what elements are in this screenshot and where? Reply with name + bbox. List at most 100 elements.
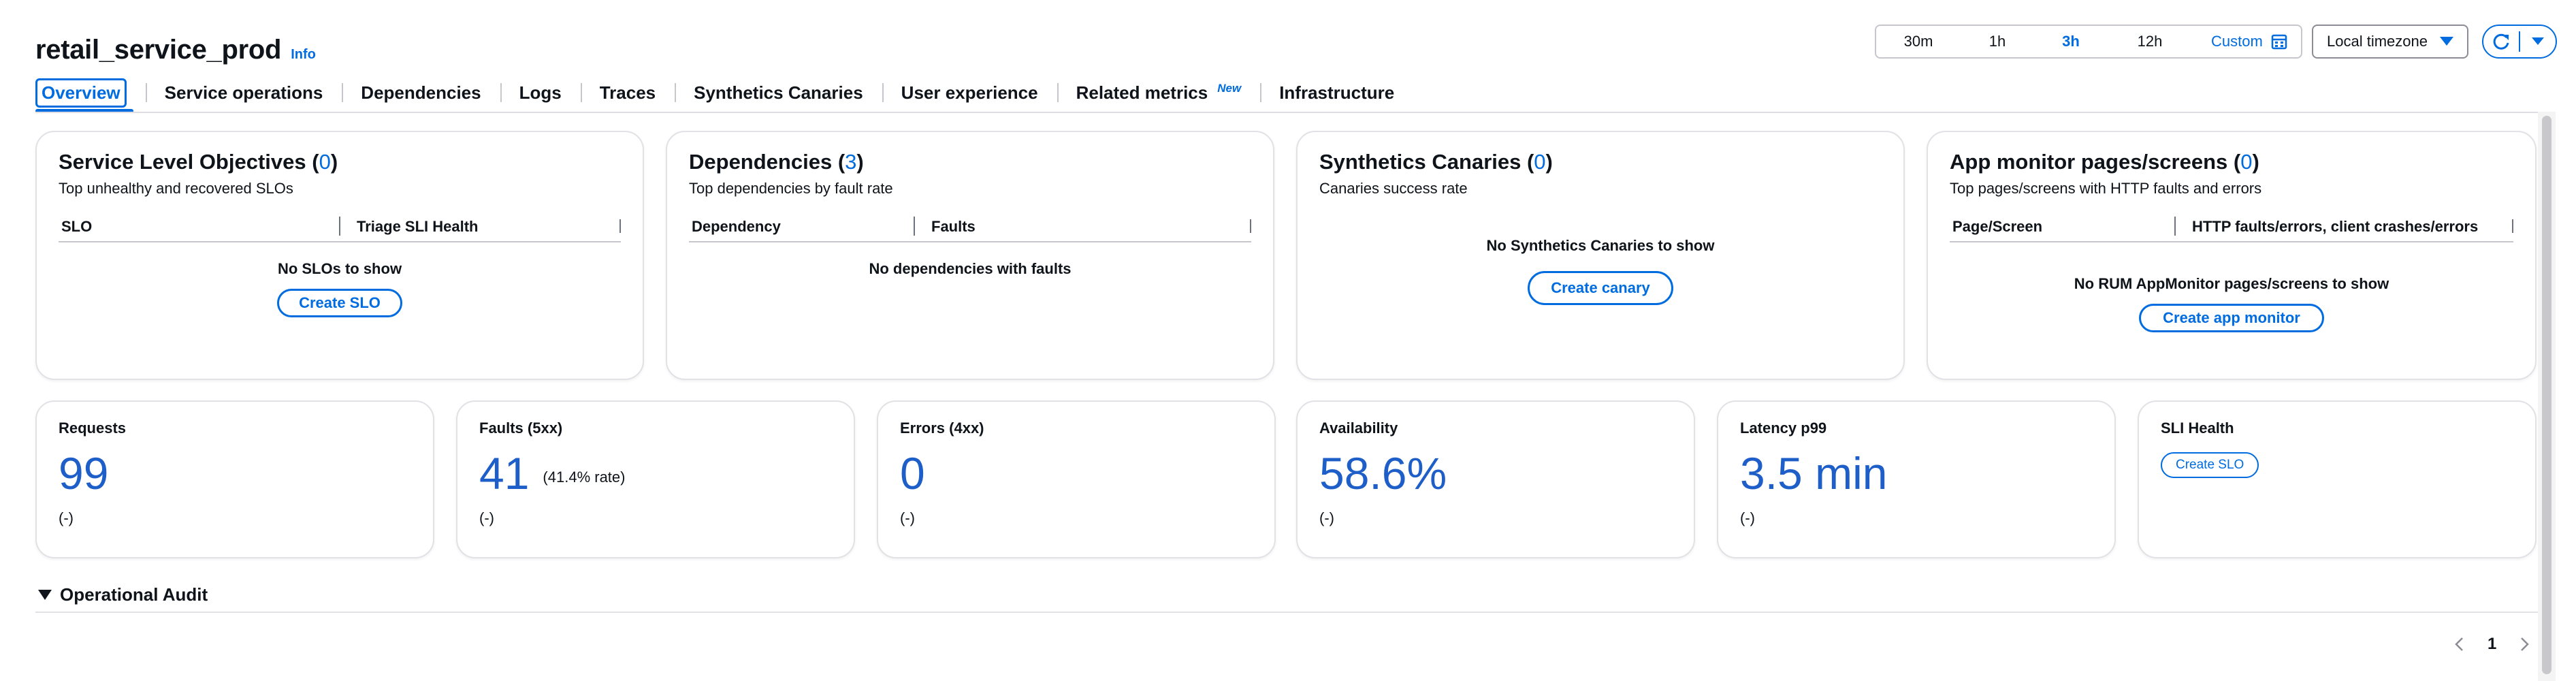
metric-label: Availability [1319, 419, 1398, 437]
tab-service-operations[interactable]: Service operations [145, 72, 342, 113]
info-link[interactable]: Info [291, 47, 316, 63]
metric-value: 58.6% [1319, 451, 1672, 496]
column-slo[interactable]: SLO [59, 218, 92, 236]
canaries-count[interactable]: 0 [1534, 150, 1545, 174]
table-header: SLO Triage SLI Health [59, 217, 621, 242]
time-range-3h[interactable]: 3h [2034, 26, 2108, 57]
column-resizer[interactable] [339, 217, 340, 236]
operational-audit-toggle[interactable]: Operational Audit [38, 584, 208, 605]
refresh-button-group [2482, 25, 2557, 59]
column-resizer[interactable] [619, 219, 621, 233]
scrollbar-thumb[interactable] [2542, 116, 2551, 674]
page-header: retail_service_prod Info [35, 27, 316, 65]
calendar-icon [2271, 34, 2287, 50]
tab-label: Related metrics [1076, 82, 1208, 103]
empty-state: No SLOs to show [277, 260, 402, 277]
time-range-selector: 30m 1h 3h 12h Custom [1875, 25, 2302, 59]
tab-traces[interactable]: Traces [580, 72, 675, 113]
faults-rate: (41.4% rate) [543, 469, 626, 486]
requests-card: Requests 99 (-) [35, 400, 434, 558]
faults-card: Faults (5xx) 41 (41.4% rate) (-) [456, 400, 855, 558]
create-app-monitor-button[interactable]: Create app monitor [2139, 304, 2324, 332]
metric-value: 99 [59, 451, 411, 496]
app-monitor-count[interactable]: 0 [2240, 150, 2252, 174]
column-page-screen[interactable]: Page/Screen [1950, 218, 2042, 236]
slo-panel: Service Level Objectives (0) Top unhealt… [35, 131, 644, 380]
metric-delta: (-) [900, 509, 915, 526]
tab-infrastructure[interactable]: Infrastructure [1260, 72, 1413, 113]
slo-count[interactable]: 0 [319, 150, 331, 174]
tab-overview[interactable]: Overview [35, 72, 133, 113]
create-slo-button[interactable]: Create SLO [277, 289, 402, 317]
column-resizer[interactable] [2174, 217, 2176, 236]
metric-label: Errors (4xx) [900, 419, 984, 437]
chevron-left-icon[interactable] [2453, 636, 2464, 652]
dependencies-panel: Dependencies (3) Top dependencies by fau… [666, 131, 1274, 380]
canaries-panel: Synthetics Canaries (0) Canaries success… [1296, 131, 1905, 380]
panel-title: Service Level Objectives (0) [59, 150, 338, 174]
column-resizer[interactable] [2512, 219, 2513, 233]
metric-value: 0 [900, 451, 1253, 496]
sli-health-card: SLI Health Create SLO [2138, 400, 2537, 558]
chevron-right-icon[interactable] [2519, 636, 2530, 652]
refresh-button[interactable] [2483, 26, 2519, 57]
empty-state: No Synthetics Canaries to show [1486, 237, 1715, 254]
app-monitor-panel: App monitor pages/screens (0) Top pages/… [1927, 131, 2537, 380]
metric-value: 41 (41.4% rate) [479, 451, 832, 496]
panel-subtitle: Canaries success rate [1319, 180, 1468, 197]
tab-label: Overview [35, 78, 127, 108]
table-header: Dependency Faults [689, 217, 1251, 242]
errors-card: Errors (4xx) 0 (-) [877, 400, 1276, 558]
refresh-options-button[interactable] [2520, 26, 2556, 57]
scrollbar[interactable] [2538, 112, 2556, 681]
dependencies-count[interactable]: 3 [845, 150, 856, 174]
column-resizer[interactable] [1250, 219, 1251, 233]
time-range-12h[interactable]: 12h [2108, 26, 2192, 57]
tab-user-experience[interactable]: User experience [882, 72, 1057, 113]
page-title: retail_service_prod [35, 35, 282, 65]
new-badge: New [1217, 82, 1242, 95]
tab-bar: Overview Service operations Dependencies… [35, 72, 1413, 113]
empty-state: No dependencies with faults [869, 260, 1072, 277]
requests-value: 99 [59, 448, 109, 498]
operational-audit-label: Operational Audit [60, 584, 208, 605]
create-canary-button[interactable]: Create canary [1528, 271, 1673, 305]
page-number[interactable]: 1 [2488, 635, 2496, 654]
tabs-divider [35, 112, 2539, 113]
table-header: Page/Screen HTTP faults/errors, client c… [1950, 217, 2513, 242]
timezone-value: Local timezone [2327, 33, 2428, 50]
panel-title: App monitor pages/screens (0) [1950, 150, 2259, 174]
tab-logs[interactable]: Logs [500, 72, 581, 113]
panel-subtitle: Top unhealthy and recovered SLOs [59, 180, 293, 197]
metric-label: Faults (5xx) [479, 419, 563, 437]
latency-value: 3.5 min [1740, 448, 1888, 498]
panel-title: Synthetics Canaries (0) [1319, 150, 1553, 174]
timezone-select[interactable]: Local timezone [2312, 25, 2468, 59]
column-dependency[interactable]: Dependency [689, 218, 781, 236]
availability-card: Availability 58.6% (-) [1296, 400, 1695, 558]
errors-value: 0 [900, 448, 925, 498]
tab-dependencies[interactable]: Dependencies [342, 72, 500, 113]
canaries-title: Synthetics Canaries [1319, 150, 1522, 174]
column-http-faults[interactable]: HTTP faults/errors, client crashes/error… [2192, 218, 2478, 236]
pagination: 1 [2453, 635, 2530, 654]
metric-delta: (-) [1319, 509, 1334, 526]
tab-synthetics-canaries[interactable]: Synthetics Canaries [675, 72, 882, 113]
custom-label: Custom [2211, 33, 2263, 50]
metric-delta: (-) [1740, 509, 1755, 526]
tab-related-metrics[interactable]: Related metrics New [1057, 72, 1261, 113]
metric-label: SLI Health [2161, 419, 2234, 437]
time-range-1h[interactable]: 1h [1961, 26, 2034, 57]
caret-down-icon [2532, 37, 2544, 45]
create-slo-small-button[interactable]: Create SLO [2161, 452, 2259, 478]
refresh-icon [2493, 33, 2509, 50]
time-range-custom[interactable]: Custom [2192, 26, 2301, 57]
app-monitor-title: App monitor pages/screens [1950, 150, 2228, 174]
empty-state: No RUM AppMonitor pages/screens to show [2074, 275, 2389, 292]
metric-label: Requests [59, 419, 127, 437]
column-resizer[interactable] [914, 217, 915, 236]
column-faults[interactable]: Faults [931, 218, 976, 236]
column-triage-sli-health[interactable]: Triage SLI Health [357, 218, 479, 236]
availability-value: 58.6% [1319, 448, 1447, 498]
time-range-30m[interactable]: 30m [1876, 26, 1961, 57]
